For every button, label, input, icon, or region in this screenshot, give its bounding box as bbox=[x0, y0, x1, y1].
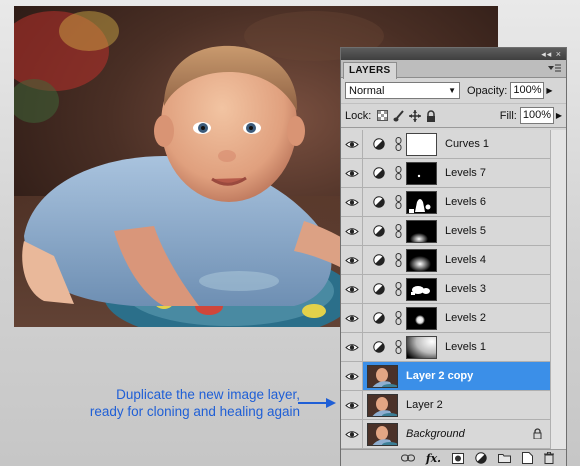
annotation-text: Duplicate the new image layer, ready for… bbox=[40, 386, 300, 420]
group-folder-icon[interactable] bbox=[498, 453, 511, 463]
layer-name: Levels 1 bbox=[445, 341, 486, 353]
chain-link-icon[interactable] bbox=[395, 166, 403, 180]
fill-label: Fill: bbox=[499, 109, 517, 122]
eye-icon[interactable] bbox=[341, 188, 363, 216]
adjustment-icon bbox=[373, 254, 387, 266]
layer-row[interactable]: Background bbox=[341, 420, 566, 449]
layer-name: Levels 7 bbox=[445, 167, 486, 179]
chain-link-icon[interactable] bbox=[395, 282, 403, 296]
layer-list: Curves 1 Levels 7 Levels 6 Levels 5 Leve… bbox=[341, 130, 566, 450]
layer-mask-thumbnail[interactable] bbox=[406, 132, 437, 156]
opacity-label: Opacity: bbox=[467, 84, 508, 97]
adjustment-icon bbox=[373, 196, 387, 208]
lock-move-icon[interactable] bbox=[409, 109, 422, 122]
layer-row[interactable]: Levels 4 bbox=[341, 246, 566, 275]
panel-menu-icon[interactable] bbox=[548, 63, 562, 76]
adjustment-icon bbox=[373, 138, 387, 150]
layer-name: Levels 2 bbox=[445, 312, 486, 324]
layer-name: Levels 6 bbox=[445, 196, 486, 208]
add-mask-icon[interactable] bbox=[452, 452, 464, 464]
layer-mask-thumbnail[interactable] bbox=[406, 306, 437, 330]
opacity-input[interactable]: 100% bbox=[510, 82, 545, 99]
fill-input[interactable]: 100% bbox=[519, 107, 554, 124]
layer-row[interactable]: Levels 5 bbox=[341, 217, 566, 246]
adjustment-icon bbox=[373, 341, 387, 353]
eye-icon[interactable] bbox=[341, 362, 363, 390]
panel-titlebar[interactable]: ◂◂ × bbox=[341, 48, 566, 60]
layer-thumbnail[interactable] bbox=[367, 422, 398, 446]
adjustment-layer-icon[interactable] bbox=[475, 452, 487, 464]
panel-tabbar: LAYERS bbox=[341, 60, 566, 79]
layer-mask-thumbnail[interactable] bbox=[406, 190, 437, 214]
layers-panel: ◂◂ × LAYERS Normal ▼ Opacity: 100% ▶ Loc… bbox=[340, 47, 567, 466]
layer-name: Levels 4 bbox=[445, 254, 486, 266]
blue-arrow-icon bbox=[298, 398, 336, 408]
layer-mask-thumbnail[interactable] bbox=[406, 161, 437, 185]
layer-row[interactable]: Levels 2 bbox=[341, 304, 566, 333]
panel-collapse-close-icons[interactable]: ◂◂ × bbox=[541, 49, 562, 60]
layer-name: Background bbox=[406, 428, 465, 440]
layer-row[interactable]: Curves 1 bbox=[341, 130, 566, 159]
layer-name: Curves 1 bbox=[445, 138, 490, 150]
fill-group: Fill: 100% ▶ bbox=[500, 107, 562, 124]
chain-link-icon[interactable] bbox=[395, 195, 403, 209]
lock-transparent-icon[interactable] bbox=[377, 110, 389, 121]
eye-icon[interactable] bbox=[341, 159, 363, 187]
layer-name: Layer 2 bbox=[406, 399, 443, 411]
layer-mask-thumbnail[interactable] bbox=[406, 248, 437, 272]
panel-footer: fx. bbox=[341, 449, 566, 466]
adjustment-icon bbox=[373, 283, 387, 295]
lock-icon bbox=[533, 428, 542, 439]
chain-link-icon[interactable] bbox=[395, 137, 403, 151]
layer-thumbnail[interactable] bbox=[367, 393, 398, 417]
layer-row-selected[interactable]: Layer 2 copy bbox=[341, 362, 566, 391]
layer-mask-thumbnail[interactable] bbox=[406, 219, 437, 243]
chain-link-icon[interactable] bbox=[395, 340, 403, 354]
layer-row[interactable]: Levels 3 bbox=[341, 275, 566, 304]
lock-brush-icon[interactable] bbox=[393, 109, 405, 122]
lock-label: Lock: bbox=[345, 109, 372, 122]
adjustment-icon bbox=[373, 312, 387, 324]
blend-row: Normal ▼ Opacity: 100% ▶ bbox=[341, 78, 566, 104]
fx-icon[interactable]: fx. bbox=[426, 452, 441, 465]
annotation-line-2: ready for cloning and healing again bbox=[89, 404, 300, 419]
link-layers-icon[interactable] bbox=[400, 454, 415, 462]
chain-link-icon[interactable] bbox=[395, 253, 403, 267]
tab-layers[interactable]: LAYERS bbox=[343, 62, 398, 79]
chevron-down-icon: ▼ bbox=[448, 86, 456, 95]
layer-row[interactable]: Layer 2 bbox=[341, 391, 566, 420]
adjustment-icon bbox=[373, 167, 387, 179]
eye-icon[interactable] bbox=[341, 217, 363, 245]
layer-thumbnail[interactable] bbox=[367, 364, 398, 388]
chain-link-icon[interactable] bbox=[395, 224, 403, 238]
adjustment-icon bbox=[373, 225, 387, 237]
layer-row[interactable]: Levels 7 bbox=[341, 159, 566, 188]
layer-name: Layer 2 copy bbox=[406, 370, 474, 382]
blend-mode-value: Normal bbox=[349, 84, 385, 97]
eye-icon[interactable] bbox=[341, 130, 363, 158]
new-layer-icon[interactable] bbox=[522, 452, 533, 464]
lock-icons bbox=[377, 109, 436, 122]
eye-icon[interactable] bbox=[341, 246, 363, 274]
layer-row[interactable]: Levels 6 bbox=[341, 188, 566, 217]
lock-row: Lock: Fill: 100% ▶ bbox=[341, 104, 566, 128]
layer-row[interactable]: Levels 1 bbox=[341, 333, 566, 362]
eye-icon[interactable] bbox=[341, 304, 363, 332]
annotation-line-1: Duplicate the new image layer, bbox=[116, 387, 300, 402]
fill-flyout-icon[interactable]: ▶ bbox=[556, 111, 562, 120]
eye-icon[interactable] bbox=[341, 275, 363, 303]
layer-name: Levels 5 bbox=[445, 225, 486, 237]
layer-mask-thumbnail[interactable] bbox=[406, 277, 437, 301]
chain-link-icon[interactable] bbox=[395, 311, 403, 325]
layers-scrollbar[interactable] bbox=[550, 130, 566, 450]
opacity-flyout-icon[interactable]: ▶ bbox=[546, 86, 552, 95]
eye-icon[interactable] bbox=[341, 333, 363, 361]
eye-icon[interactable] bbox=[341, 391, 363, 419]
blend-mode-select[interactable]: Normal ▼ bbox=[345, 82, 460, 99]
layer-mask-thumbnail[interactable] bbox=[406, 335, 437, 359]
layer-name: Levels 3 bbox=[445, 283, 486, 295]
lock-all-icon[interactable] bbox=[426, 109, 436, 122]
eye-icon[interactable] bbox=[341, 420, 363, 448]
trash-icon[interactable] bbox=[544, 452, 554, 464]
